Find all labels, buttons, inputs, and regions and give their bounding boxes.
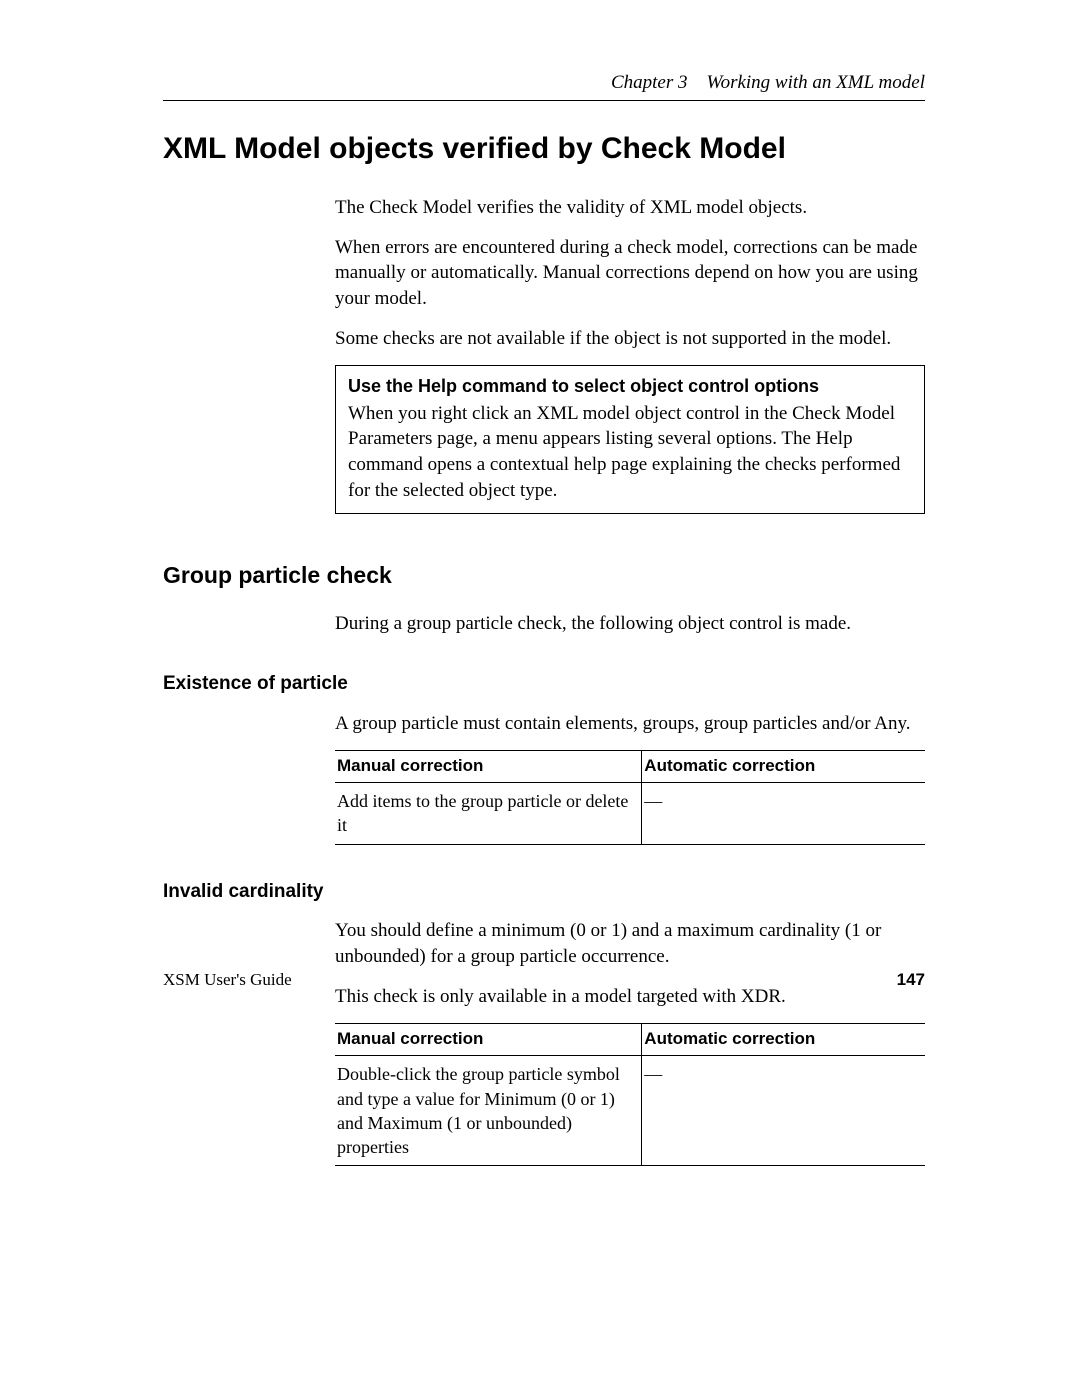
subsection-body: A group particle must contain elements, … <box>335 711 925 845</box>
section-intro: During a group particle check, the follo… <box>335 611 925 637</box>
col-manual-correction: Manual correction <box>335 751 642 783</box>
page-title: XML Model objects verified by Check Mode… <box>163 129 925 170</box>
cell-manual: Double-click the group particle symbol a… <box>335 1056 642 1166</box>
intro-block: The Check Model verifies the validity of… <box>335 195 925 514</box>
cell-automatic: — <box>642 783 925 845</box>
intro-paragraph: Some checks are not available if the obj… <box>335 326 925 352</box>
col-manual-correction: Manual correction <box>335 1024 642 1056</box>
intro-paragraph: When errors are encountered during a che… <box>335 235 925 312</box>
page: Chapter 3 Working with an XML model XML … <box>0 0 1080 1397</box>
subsection-heading: Invalid cardinality <box>163 879 925 905</box>
table-header-row: Manual correction Automatic correction <box>335 1024 925 1056</box>
table-row: Add items to the group particle or delet… <box>335 783 925 845</box>
note-body: When you right click an XML model object… <box>348 401 912 504</box>
table-header-row: Manual correction Automatic correction <box>335 751 925 783</box>
footer-guide: XSM User's Guide <box>163 969 292 992</box>
page-footer: XSM User's Guide 147 <box>163 969 925 992</box>
subsection-body: You should define a minimum (0 or 1) and… <box>335 918 925 1166</box>
note-title: Use the Help command to select object co… <box>348 374 912 398</box>
subsection-heading: Existence of particle <box>163 671 925 697</box>
note-box: Use the Help command to select object co… <box>335 365 925 514</box>
corrections-table: Manual correction Automatic correction D… <box>335 1023 925 1166</box>
paragraph: A group particle must contain elements, … <box>335 711 925 737</box>
cell-automatic: — <box>642 1056 925 1166</box>
paragraph: You should define a minimum (0 or 1) and… <box>335 918 925 969</box>
cell-manual: Add items to the group particle or delet… <box>335 783 642 845</box>
col-automatic-correction: Automatic correction <box>642 751 925 783</box>
section-heading: Group particle check <box>163 560 925 591</box>
intro-paragraph: The Check Model verifies the validity of… <box>335 195 925 221</box>
running-header: Chapter 3 Working with an XML model <box>163 70 925 101</box>
table-row: Double-click the group particle symbol a… <box>335 1056 925 1166</box>
col-automatic-correction: Automatic correction <box>642 1024 925 1056</box>
footer-page-number: 147 <box>897 969 925 992</box>
paragraph: During a group particle check, the follo… <box>335 611 925 637</box>
corrections-table: Manual correction Automatic correction A… <box>335 750 925 845</box>
